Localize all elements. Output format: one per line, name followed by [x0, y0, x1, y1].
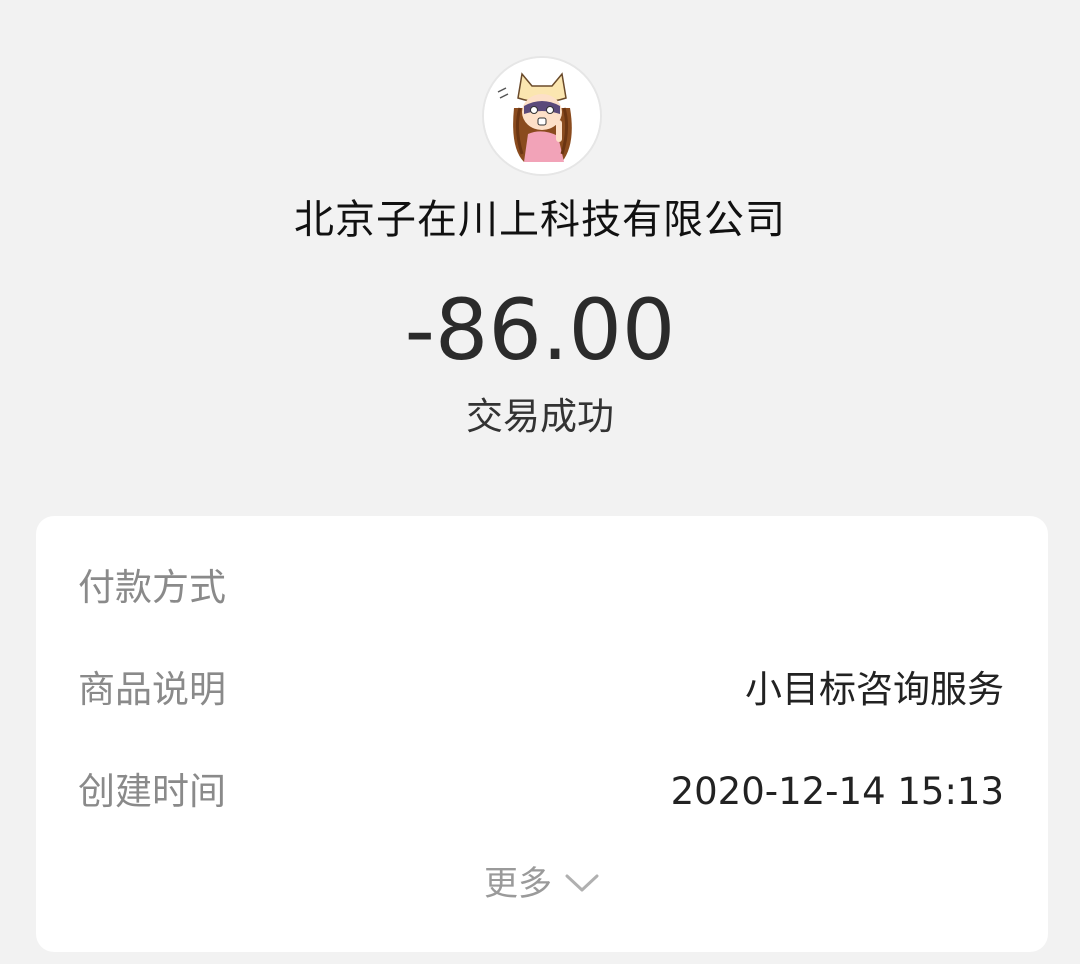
- more-details-button[interactable]: 更多: [36, 856, 1048, 912]
- detail-row-product-description: 商品说明 小目标咨询服务: [36, 660, 1048, 720]
- detail-label: 商品说明: [78, 668, 226, 711]
- detail-value: 小目标咨询服务: [745, 668, 1004, 711]
- merchant-avatar[interactable]: [482, 56, 602, 176]
- detail-label: 付款方式: [78, 566, 226, 609]
- more-label: 更多: [484, 864, 552, 904]
- transaction-amount: -86.00: [404, 281, 676, 379]
- chevron-down-icon: [564, 855, 600, 911]
- detail-label: 创建时间: [78, 770, 226, 813]
- transaction-status: 交易成功: [466, 395, 614, 438]
- merchant-name: 北京子在川上科技有限公司: [294, 197, 786, 243]
- detail-value: 2020-12-14 15:13: [670, 770, 1004, 813]
- cartoon-girl-avatar-icon: [484, 58, 600, 174]
- detail-row-payment-method: 付款方式: [36, 558, 1048, 618]
- transaction-details-card: 付款方式 商品说明 小目标咨询服务 创建时间 2020-12-14 15:13 …: [36, 516, 1048, 952]
- detail-row-created-time: 创建时间 2020-12-14 15:13: [36, 762, 1048, 822]
